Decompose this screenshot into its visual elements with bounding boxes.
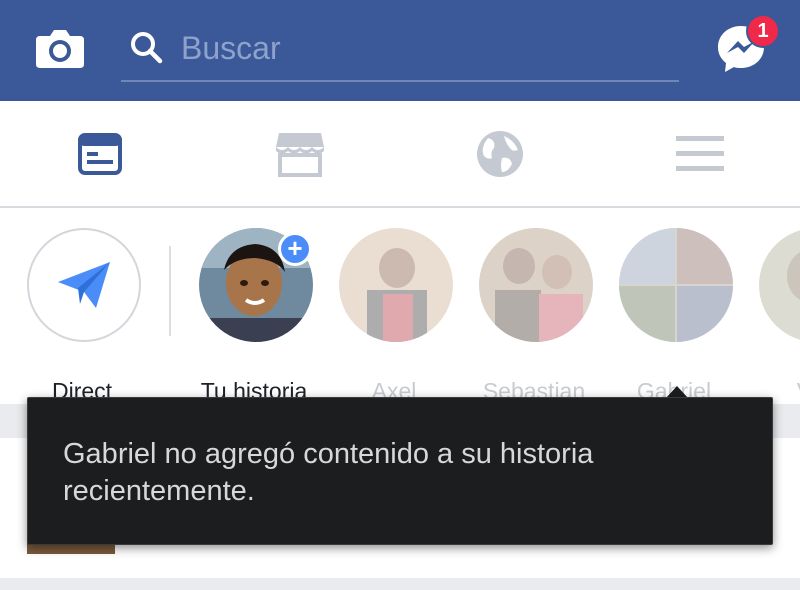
story-sebastian[interactable]: Sebastian	[464, 228, 604, 404]
avatar	[619, 228, 733, 342]
story-direct[interactable]: Direct	[12, 228, 152, 404]
stories-divider	[169, 246, 171, 336]
search-input[interactable]	[181, 24, 661, 72]
direct-circle	[27, 228, 141, 342]
tooltip-text: Gabriel no agregó contenido a su histori…	[63, 438, 594, 507]
story-gabriel[interactable]: Gabriel	[604, 228, 744, 404]
tooltip: Gabriel no agregó contenido a su histori…	[27, 397, 773, 545]
camera-button[interactable]	[34, 26, 86, 70]
avatar	[339, 228, 453, 342]
tab-bar	[0, 101, 800, 208]
marketplace-icon	[276, 133, 324, 177]
top-bar: 1	[0, 0, 800, 101]
tab-marketplace[interactable]	[240, 101, 360, 207]
stories-row: Direct Tu historia + Axel Sebastian Gabr…	[0, 208, 800, 404]
tab-menu[interactable]	[640, 101, 760, 207]
search-icon	[131, 32, 163, 64]
search-bar[interactable]	[121, 18, 679, 82]
menu-icon	[676, 136, 724, 171]
avatar	[479, 228, 593, 342]
paper-plane-icon	[58, 262, 110, 308]
story-ver[interactable]: Ver	[744, 228, 800, 404]
tab-globe[interactable]	[440, 101, 560, 207]
tab-news-feed[interactable]	[40, 101, 160, 207]
globe-icon	[477, 131, 523, 177]
story-axel[interactable]: Axel	[324, 228, 464, 404]
notification-badge: 1	[746, 14, 780, 48]
camera-icon	[36, 30, 84, 68]
plus-icon[interactable]: +	[278, 232, 312, 266]
news-feed-icon	[78, 133, 122, 175]
avatar	[759, 228, 800, 342]
